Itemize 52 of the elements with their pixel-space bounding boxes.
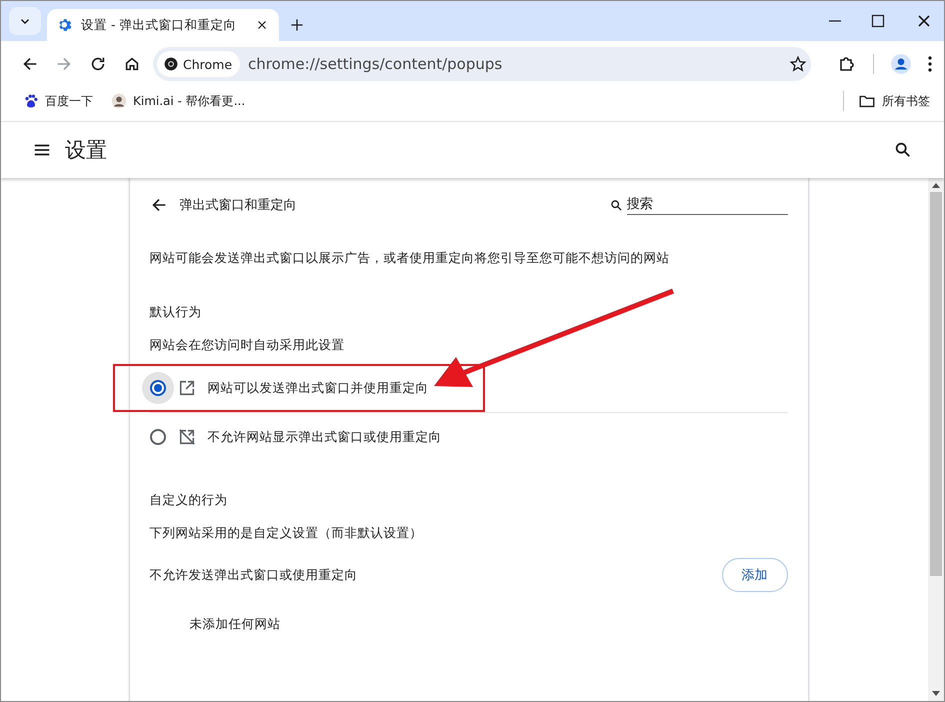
section-subtitle: 网站会在您访问时自动采用此设置 [150, 337, 346, 354]
back-arrow-icon [21, 55, 39, 73]
back-button[interactable] [150, 196, 168, 214]
page-title: 弹出式窗口和重定向 [180, 197, 296, 214]
back-button[interactable] [21, 55, 39, 73]
home-button[interactable] [123, 55, 141, 73]
section-subtitle: 下列网站采用的是自定义设置（而非默认设置） [150, 525, 424, 542]
home-icon [123, 55, 141, 73]
forward-arrow-icon [55, 55, 73, 73]
bookmark-star-button[interactable] [789, 55, 807, 73]
search-icon [894, 141, 912, 159]
section-heading: 默认行为 [150, 304, 202, 321]
plus-icon [289, 17, 305, 33]
chrome-logo-icon [163, 56, 179, 72]
scrollbar-thumb[interactable] [930, 192, 942, 576]
reload-icon [89, 55, 107, 73]
star-icon [789, 55, 807, 73]
scrollbar[interactable] [928, 178, 944, 701]
all-bookmarks-button[interactable]: 所有书签 [854, 90, 934, 112]
option-label: 网站可以发送弹出式窗口并使用重定向 [208, 380, 428, 396]
description-text: 网站可能会发送弹出式窗口以展示广告，或者使用重定向将您引导至您可能不想访问的网站 [150, 250, 670, 267]
add-button[interactable]: 添加 [722, 558, 788, 592]
search-icon [610, 198, 622, 212]
new-tab-button[interactable] [289, 17, 305, 33]
profile-icon [890, 53, 912, 75]
back-arrow-icon [150, 196, 168, 214]
open-in-new-icon [178, 379, 196, 397]
option-label: 不允许网站显示弹出式窗口或使用重定向 [208, 428, 442, 446]
blocked-window-icon [178, 428, 196, 446]
more-icon [928, 56, 932, 72]
radio-button[interactable] [150, 429, 166, 445]
section-heading: 自定义的行为 [150, 492, 228, 509]
search-field[interactable]: 搜索 [626, 195, 788, 215]
bookmark-item[interactable]: Kimi.ai - 帮你看更... [107, 90, 250, 112]
profile-button[interactable] [890, 53, 912, 75]
paw-icon [23, 93, 39, 109]
site-info-chip[interactable]: Chrome [157, 51, 240, 77]
list-label: 不允许发送弹出式窗口或使用重定向 [150, 566, 358, 584]
settings-title: 设置 [65, 137, 107, 164]
tab-title: 设置 - 弹出式窗口和重定向 [81, 16, 238, 34]
address-bar[interactable]: Chrome chrome://settings/content/popups [153, 47, 811, 81]
url-text: chrome://settings/content/popups [248, 55, 504, 73]
browser-tab[interactable]: 设置 - 弹出式窗口和重定向 [47, 9, 279, 41]
avatar-icon [111, 93, 127, 109]
gear-icon [57, 17, 73, 33]
empty-list-text: 未添加任何网站 [188, 615, 282, 633]
bookmark-item[interactable]: 百度一下 [19, 90, 97, 112]
minimize-icon [828, 20, 842, 22]
chrome-menu-button[interactable] [928, 56, 932, 72]
forward-button[interactable] [55, 55, 73, 73]
reload-button[interactable] [89, 55, 107, 73]
settings-search-button[interactable] [894, 141, 912, 159]
